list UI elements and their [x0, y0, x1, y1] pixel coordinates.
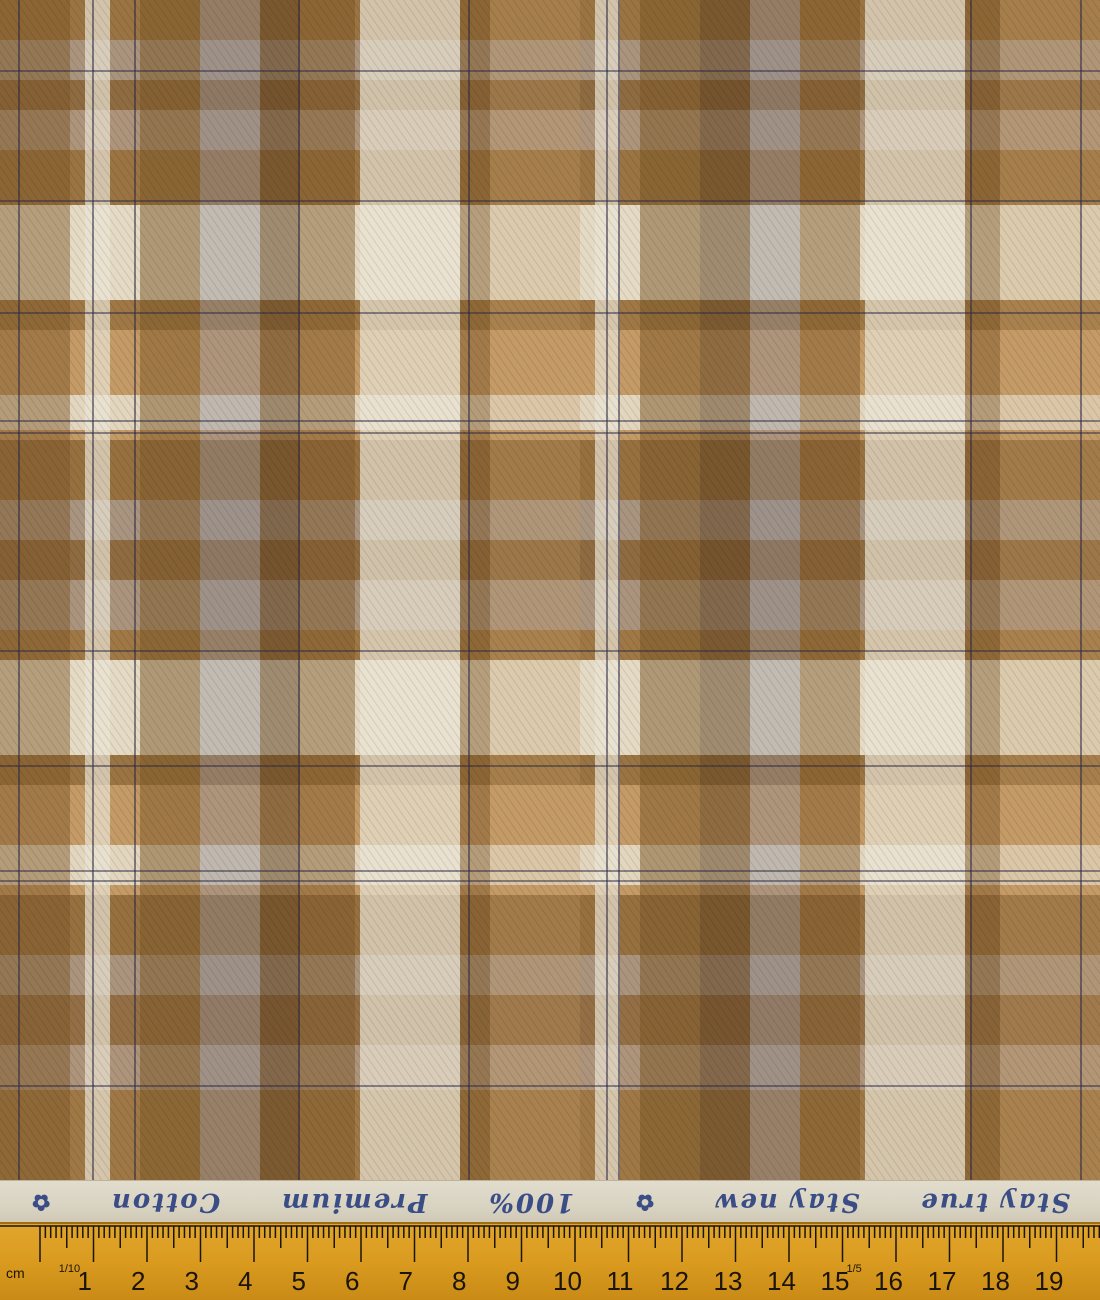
ruler-number-19: 19: [1035, 1266, 1064, 1296]
selvedge-flower-icon: ✿: [633, 1189, 655, 1215]
measuring-ruler: cm 1/10 1 2 3 4 5 6 7 8 9 10 11 12 13 14 15 16 17 18 19 1/5: [0, 1222, 1100, 1300]
ruler-number-4: 4: [238, 1266, 252, 1296]
ruler-number-15: 15: [821, 1266, 850, 1296]
ruler-number-13: 13: [714, 1266, 743, 1296]
ruler-number-2: 2: [131, 1266, 145, 1296]
ruler-number-6: 6: [345, 1266, 359, 1296]
ruler-number-9: 9: [506, 1266, 520, 1296]
selvedge-word-percent: 100%: [487, 1187, 575, 1217]
ruler-number-1: 1: [78, 1266, 92, 1296]
ruler-number-5: 5: [292, 1266, 306, 1296]
ruler-number-7: 7: [399, 1266, 413, 1296]
selvedge-word-cotton: Cotton: [109, 1187, 221, 1217]
plaid-fabric: [0, 0, 1100, 1180]
ruler-number-18: 18: [981, 1266, 1010, 1296]
fabric-photo: Stay true Stay new ✿ 100% Premium Cotton…: [0, 0, 1100, 1300]
ruler-number-11: 11: [607, 1266, 634, 1296]
twill-texture: [0, 0, 1100, 1180]
ruler-number-10: 10: [553, 1266, 582, 1296]
selvedge-word-stay-true: Stay true: [919, 1187, 1071, 1217]
ruler-ticks: cm 1/101 2 3 4 5 6 7 8 9 10 11 12 13 14 15 16 17 18 191/5: [0, 1225, 1100, 1296]
ruler-number-8: 8: [452, 1266, 466, 1296]
selvedge-strip: Stay true Stay new ✿ 100% Premium Cotton…: [0, 1180, 1100, 1223]
selvedge-text: Stay true Stay new ✿ 100% Premium Cotton…: [0, 1181, 1100, 1223]
selvedge-word-premium: Premium: [279, 1187, 428, 1217]
selvedge-word-stay-new: Stay new: [713, 1187, 860, 1217]
ruler-number-3: 3: [185, 1266, 199, 1296]
ruler-number-17: 17: [928, 1266, 957, 1296]
selvedge-flower-icon-2: ✿: [29, 1189, 51, 1215]
ruler-number-12: 12: [660, 1266, 689, 1296]
ruler-number-14: 14: [767, 1266, 796, 1296]
ruler-number-16: 16: [874, 1266, 903, 1296]
ruler-unit-label: cm: [6, 1265, 25, 1281]
ruler-fifth-label: 1/5: [847, 1263, 862, 1275]
